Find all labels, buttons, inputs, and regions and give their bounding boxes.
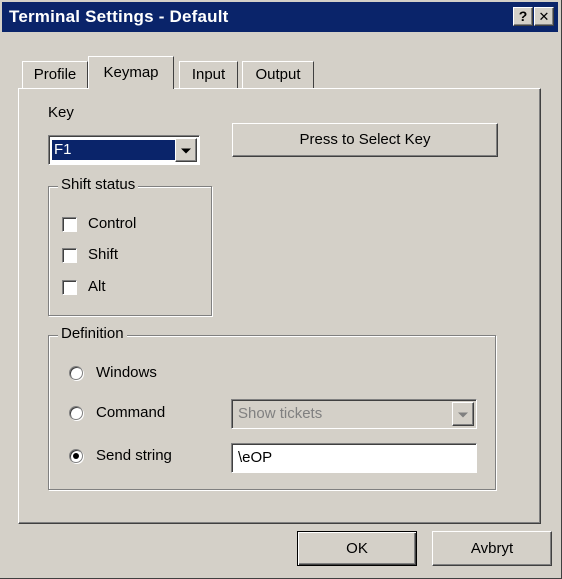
tab-label: Keymap	[103, 64, 159, 81]
tab-keymap[interactable]: Keymap	[88, 56, 174, 89]
key-dropdown-value: F1	[52, 140, 176, 160]
send-string-label[interactable]: Send string	[96, 447, 172, 464]
key-dropdown[interactable]: F1	[48, 135, 200, 165]
shift-status-label: Shift status	[58, 176, 139, 193]
command-label[interactable]: Command	[96, 404, 165, 421]
command-dropdown-arrow	[452, 402, 474, 426]
windows-label[interactable]: Windows	[96, 364, 157, 381]
window-title: Terminal Settings - Default	[9, 7, 229, 26]
send-string-input[interactable]: \eOP	[231, 443, 477, 473]
command-dropdown: Show tickets	[231, 399, 477, 429]
cancel-button[interactable]: Avbryt	[432, 531, 552, 566]
send-string-value: \eOP	[238, 449, 273, 466]
control-checkbox[interactable]	[62, 217, 77, 232]
tab-profile[interactable]: Profile	[22, 61, 88, 88]
tab-label: Input	[191, 66, 226, 83]
terminal-settings-dialog: Terminal Settings - Default ? ✕ Profile …	[0, 0, 562, 579]
active-tab-joiner	[89, 87, 173, 90]
help-button[interactable]: ?	[513, 7, 533, 26]
alt-label[interactable]: Alt	[88, 278, 106, 295]
title-bar[interactable]: Terminal Settings - Default ? ✕	[2, 2, 558, 32]
command-radio[interactable]	[69, 406, 83, 420]
radio-selected-dot	[73, 453, 79, 459]
command-dropdown-value: Show tickets	[238, 405, 323, 422]
control-label[interactable]: Control	[88, 215, 136, 232]
key-label: Key	[48, 104, 74, 121]
tab-output[interactable]: Output	[242, 61, 314, 88]
tab-label: Profile	[33, 66, 77, 83]
press-to-select-key-button[interactable]: Press to Select Key	[232, 123, 498, 157]
shift-label[interactable]: Shift	[88, 246, 118, 263]
chevron-down-icon	[458, 412, 468, 418]
dropdown-arrow-button[interactable]	[175, 138, 197, 162]
ok-button[interactable]: OK	[297, 531, 417, 566]
windows-radio[interactable]	[69, 366, 83, 380]
tab-input[interactable]: Input	[179, 61, 238, 88]
tab-label: Output	[255, 66, 301, 83]
close-icon: ✕	[538, 9, 550, 24]
alt-checkbox[interactable]	[62, 280, 77, 295]
definition-label: Definition	[58, 325, 127, 342]
send-string-radio[interactable]	[69, 449, 83, 463]
close-button[interactable]: ✕	[534, 7, 554, 26]
shift-checkbox[interactable]	[62, 248, 77, 263]
chevron-down-icon	[181, 148, 191, 154]
